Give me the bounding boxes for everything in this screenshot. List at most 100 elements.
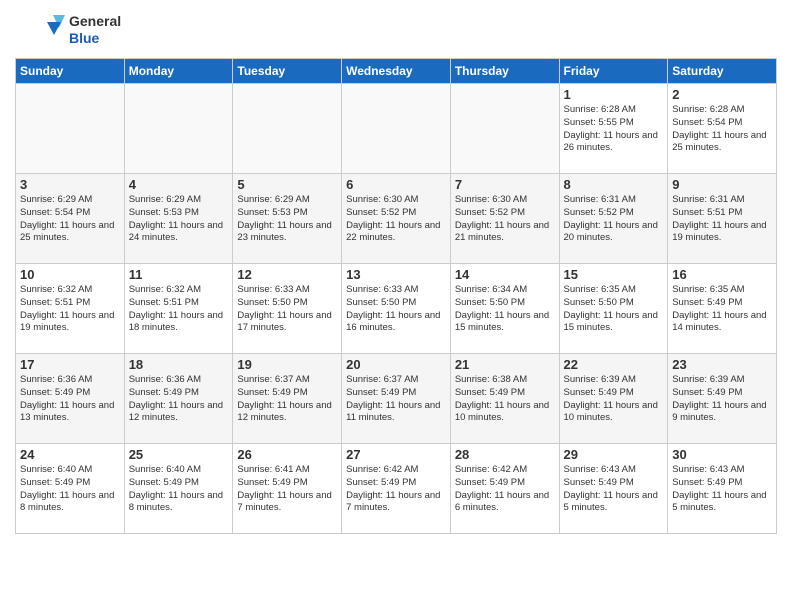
calendar-cell: 18 Sunrise: 6:36 AM Sunset: 5:49 PM Dayli… (124, 354, 233, 444)
day-detail: Sunrise: 6:42 AM Sunset: 5:49 PM Dayligh… (455, 464, 555, 515)
calendar-cell: 30Sunrise: 6:43 AM Sunset: 5:49 PM Dayli… (668, 444, 777, 534)
day-detail: Sunrise: 6:32 AM Sunset: 5:51 PM Dayligh… (20, 284, 120, 335)
day-detail: Sunrise: 6:35 AM Sunset: 5:50 PM Dayligh… (564, 284, 664, 335)
week-row-3: 10 Sunrise: 6:32 AM Sunset: 5:51 PM Dayli… (16, 264, 777, 354)
calendar-cell: 1 Sunrise: 6:28 AM Sunset: 5:55 PM Daylig… (559, 84, 668, 174)
day-number: 15 (564, 267, 664, 282)
day-number: 21 (455, 357, 555, 372)
day-number: 8 (564, 177, 664, 192)
day-detail: Sunrise: 6:36 AM Sunset: 5:49 PM Dayligh… (129, 374, 229, 425)
calendar-cell: 28 Sunrise: 6:42 AM Sunset: 5:49 PM Dayli… (450, 444, 559, 534)
day-number: 24 (20, 447, 120, 462)
calendar-cell: 14 Sunrise: 6:34 AM Sunset: 5:50 PM Dayli… (450, 264, 559, 354)
day-detail: Sunrise: 6:40 AM Sunset: 5:49 PM Dayligh… (20, 464, 120, 515)
day-detail: Sunrise: 6:43 AM Sunset: 5:49 PM Dayligh… (564, 464, 664, 515)
calendar-cell (342, 84, 451, 174)
calendar-cell: 7Sunrise: 6:30 AM Sunset: 5:52 PM Daylig… (450, 174, 559, 264)
calendar-cell (233, 84, 342, 174)
calendar-cell: 21 Sunrise: 6:38 AM Sunset: 5:49 PM Dayli… (450, 354, 559, 444)
day-detail: Sunrise: 6:33 AM Sunset: 5:50 PM Dayligh… (346, 284, 446, 335)
calendar-cell: 10 Sunrise: 6:32 AM Sunset: 5:51 PM Dayli… (16, 264, 125, 354)
calendar-cell: 6 Sunrise: 6:30 AM Sunset: 5:52 PM Daylig… (342, 174, 451, 264)
day-number: 13 (346, 267, 446, 282)
calendar-cell: 12 Sunrise: 6:33 AM Sunset: 5:50 PM Dayli… (233, 264, 342, 354)
calendar-cell: 13 Sunrise: 6:33 AM Sunset: 5:50 PM Dayli… (342, 264, 451, 354)
calendar-cell: 29 Sunrise: 6:43 AM Sunset: 5:49 PM Dayli… (559, 444, 668, 534)
calendar-cell: 9Sunrise: 6:31 AM Sunset: 5:51 PM Daylig… (668, 174, 777, 264)
calendar-cell: 15 Sunrise: 6:35 AM Sunset: 5:50 PM Dayli… (559, 264, 668, 354)
day-detail: Sunrise: 6:40 AM Sunset: 5:49 PM Dayligh… (129, 464, 229, 515)
day-number: 25 (129, 447, 229, 462)
weekday-header-tuesday: Tuesday (233, 59, 342, 84)
day-number: 22 (564, 357, 664, 372)
logo-general: General (69, 13, 121, 30)
day-detail: Sunrise: 6:37 AM Sunset: 5:49 PM Dayligh… (346, 374, 446, 425)
week-row-5: 24 Sunrise: 6:40 AM Sunset: 5:49 PM Dayli… (16, 444, 777, 534)
day-number: 10 (20, 267, 120, 282)
day-number: 16 (672, 267, 772, 282)
calendar-cell: 11 Sunrise: 6:32 AM Sunset: 5:51 PM Dayli… (124, 264, 233, 354)
week-row-2: 3Sunrise: 6:29 AM Sunset: 5:54 PM Daylig… (16, 174, 777, 264)
day-detail: Sunrise: 6:29 AM Sunset: 5:53 PM Dayligh… (237, 194, 337, 245)
day-number: 18 (129, 357, 229, 372)
day-detail: Sunrise: 6:36 AM Sunset: 5:49 PM Dayligh… (20, 374, 120, 425)
logo-svg (15, 10, 65, 50)
weekday-header-sunday: Sunday (16, 59, 125, 84)
weekday-header-thursday: Thursday (450, 59, 559, 84)
week-row-1: 1 Sunrise: 6:28 AM Sunset: 5:55 PM Daylig… (16, 84, 777, 174)
calendar-cell: 25 Sunrise: 6:40 AM Sunset: 5:49 PM Dayli… (124, 444, 233, 534)
calendar-cell: 22 Sunrise: 6:39 AM Sunset: 5:49 PM Dayli… (559, 354, 668, 444)
day-detail: Sunrise: 6:38 AM Sunset: 5:49 PM Dayligh… (455, 374, 555, 425)
day-number: 28 (455, 447, 555, 462)
calendar-cell: 27Sunrise: 6:42 AM Sunset: 5:49 PM Dayli… (342, 444, 451, 534)
day-detail: Sunrise: 6:31 AM Sunset: 5:52 PM Dayligh… (564, 194, 664, 245)
day-detail: Sunrise: 6:41 AM Sunset: 5:49 PM Dayligh… (237, 464, 337, 515)
day-number: 4 (129, 177, 229, 192)
calendar-cell: 24 Sunrise: 6:40 AM Sunset: 5:49 PM Dayli… (16, 444, 125, 534)
calendar-container: General Blue SundayMondayTuesdayWednesda… (0, 0, 792, 544)
day-number: 9 (672, 177, 772, 192)
calendar-cell: 8 Sunrise: 6:31 AM Sunset: 5:52 PM Daylig… (559, 174, 668, 264)
day-detail: Sunrise: 6:39 AM Sunset: 5:49 PM Dayligh… (564, 374, 664, 425)
day-detail: Sunrise: 6:28 AM Sunset: 5:55 PM Dayligh… (564, 104, 664, 155)
day-detail: Sunrise: 6:42 AM Sunset: 5:49 PM Dayligh… (346, 464, 446, 515)
calendar-cell: 2 Sunrise: 6:28 AM Sunset: 5:54 PM Daylig… (668, 84, 777, 174)
day-number: 14 (455, 267, 555, 282)
weekday-header-saturday: Saturday (668, 59, 777, 84)
day-detail: Sunrise: 6:32 AM Sunset: 5:51 PM Dayligh… (129, 284, 229, 335)
day-number: 7 (455, 177, 555, 192)
day-detail: Sunrise: 6:28 AM Sunset: 5:54 PM Dayligh… (672, 104, 772, 155)
day-detail: Sunrise: 6:39 AM Sunset: 5:49 PM Dayligh… (672, 374, 772, 425)
day-detail: Sunrise: 6:34 AM Sunset: 5:50 PM Dayligh… (455, 284, 555, 335)
day-number: 1 (564, 87, 664, 102)
day-detail: Sunrise: 6:29 AM Sunset: 5:53 PM Dayligh… (129, 194, 229, 245)
day-number: 12 (237, 267, 337, 282)
weekday-header-monday: Monday (124, 59, 233, 84)
calendar-cell: 17 Sunrise: 6:36 AM Sunset: 5:49 PM Dayli… (16, 354, 125, 444)
day-detail: Sunrise: 6:35 AM Sunset: 5:49 PM Dayligh… (672, 284, 772, 335)
day-number: 19 (237, 357, 337, 372)
calendar-cell: 20Sunrise: 6:37 AM Sunset: 5:49 PM Dayli… (342, 354, 451, 444)
day-number: 5 (237, 177, 337, 192)
calendar-cell (124, 84, 233, 174)
day-detail: Sunrise: 6:30 AM Sunset: 5:52 PM Dayligh… (346, 194, 446, 245)
calendar-cell: 3Sunrise: 6:29 AM Sunset: 5:54 PM Daylig… (16, 174, 125, 264)
calendar-body: 1 Sunrise: 6:28 AM Sunset: 5:55 PM Daylig… (16, 84, 777, 534)
logo: General Blue (15, 10, 121, 50)
calendar-cell: 4 Sunrise: 6:29 AM Sunset: 5:53 PM Daylig… (124, 174, 233, 264)
day-detail: Sunrise: 6:33 AM Sunset: 5:50 PM Dayligh… (237, 284, 337, 335)
header: General Blue (15, 10, 777, 50)
day-number: 17 (20, 357, 120, 372)
day-detail: Sunrise: 6:43 AM Sunset: 5:49 PM Dayligh… (672, 464, 772, 515)
day-number: 29 (564, 447, 664, 462)
day-number: 11 (129, 267, 229, 282)
day-number: 6 (346, 177, 446, 192)
weekday-header-wednesday: Wednesday (342, 59, 451, 84)
calendar-table: SundayMondayTuesdayWednesdayThursdayFrid… (15, 58, 777, 534)
week-row-4: 17 Sunrise: 6:36 AM Sunset: 5:49 PM Dayli… (16, 354, 777, 444)
calendar-cell: 19Sunrise: 6:37 AM Sunset: 5:49 PM Dayli… (233, 354, 342, 444)
calendar-header: SundayMondayTuesdayWednesdayThursdayFrid… (16, 59, 777, 84)
calendar-cell: 16 Sunrise: 6:35 AM Sunset: 5:49 PM Dayli… (668, 264, 777, 354)
day-number: 2 (672, 87, 772, 102)
calendar-cell: 5 Sunrise: 6:29 AM Sunset: 5:53 PM Daylig… (233, 174, 342, 264)
